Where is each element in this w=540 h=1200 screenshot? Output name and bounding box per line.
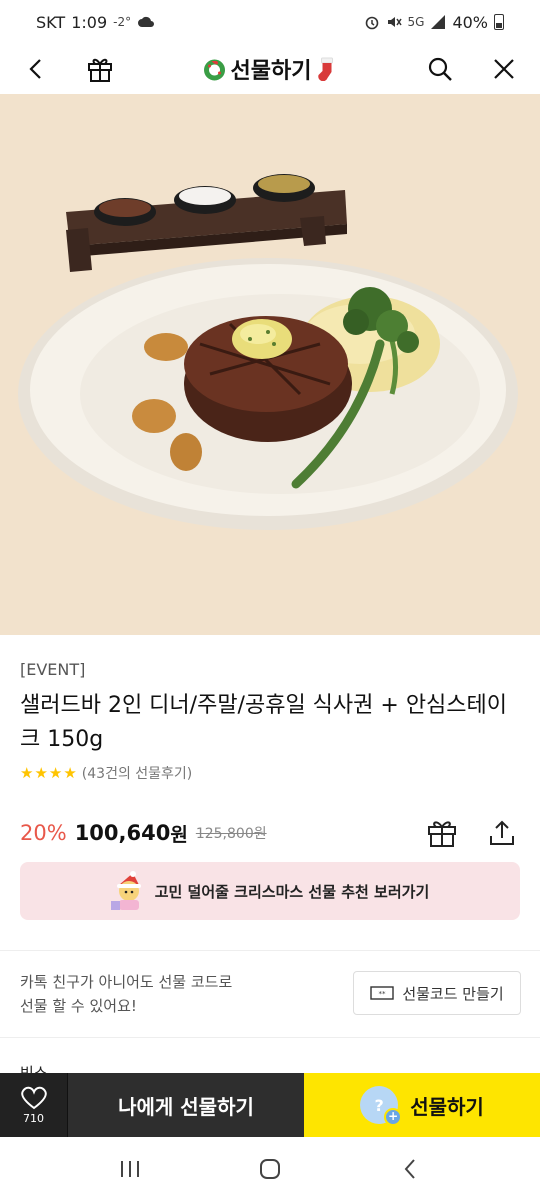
send-gift-button[interactable]: ? + 선물하기 xyxy=(304,1073,540,1137)
friend-select-icon: ? + xyxy=(360,1086,403,1126)
status-right: 5G 40% xyxy=(364,12,504,32)
steak-dinner-illustration xyxy=(18,174,518,530)
app-header: 선물하기 xyxy=(0,44,540,94)
banner-text: 고민 덜어줄 크리스마스 선물 추천 보러가기 xyxy=(154,882,430,901)
page-title: 선물하기 xyxy=(230,59,312,84)
home-button[interactable] xyxy=(240,1149,300,1189)
potato xyxy=(144,333,188,361)
send-gift-label: 선물하기 xyxy=(410,1094,484,1119)
page-title-group: 선물하기 xyxy=(203,53,338,85)
status-bar: SKT 1:09 -2° 5G 40% xyxy=(0,0,540,44)
heart-icon xyxy=(20,1086,47,1109)
gift-box-button[interactable] xyxy=(82,51,118,87)
close-icon xyxy=(494,59,514,79)
carrier-label: SKT xyxy=(36,12,66,32)
gift-code-note: 카톡 친구가 아니어도 선물 코드로 선물 할 수 있어요! xyxy=(20,970,232,1018)
system-back-button[interactable] xyxy=(380,1149,440,1189)
gift-to-me-button[interactable]: 나에게 선물하기 xyxy=(67,1073,304,1137)
wishlist-button[interactable]: 710 xyxy=(0,1073,67,1137)
original-price: 125,800원 xyxy=(195,826,267,842)
create-gift-code-label: 선물코드 만들기 xyxy=(402,984,504,1003)
battery-percent: 40% xyxy=(452,12,488,32)
price-actions xyxy=(424,815,520,851)
gift-box-icon xyxy=(88,58,112,82)
event-tag: [EVENT] xyxy=(20,660,86,679)
gift-code-note-line2: 선물 할 수 있어요! xyxy=(20,997,137,1015)
create-gift-code-button[interactable]: ** 선물코드 만들기 xyxy=(353,971,521,1015)
recent-apps-icon xyxy=(121,1160,139,1177)
share-icon xyxy=(490,820,514,845)
temperature-label: -2° xyxy=(113,15,132,29)
search-button[interactable] xyxy=(422,51,458,87)
recent-apps-button[interactable] xyxy=(100,1149,160,1189)
wreath-icon xyxy=(204,59,226,81)
discount-rate: 20% xyxy=(20,821,67,845)
network-type-label: 5G xyxy=(407,15,425,29)
sale-price: 100,640 xyxy=(74,821,171,845)
section-divider xyxy=(0,1037,540,1038)
mute-icon xyxy=(387,17,402,27)
section-divider xyxy=(0,950,540,951)
santa-character-icon xyxy=(110,871,141,910)
share-button[interactable] xyxy=(484,815,520,851)
signal-icon xyxy=(431,15,446,29)
back-button[interactable] xyxy=(18,51,54,87)
bottom-action-bar: 710 나에게 선물하기 ? + 선물하기 xyxy=(0,1073,540,1137)
gift-code-note-line1: 카톡 친구가 아니어도 선물 코드로 xyxy=(20,973,233,991)
rating-row[interactable]: ★★★★ (43건의 선물후기) xyxy=(20,763,520,783)
steak xyxy=(184,316,352,442)
price-unit: 원 xyxy=(170,823,188,846)
back-icon xyxy=(29,59,41,79)
header-right xyxy=(422,51,522,87)
clock-time: 1:09 xyxy=(71,12,108,32)
product-image xyxy=(0,94,540,635)
product-title: 샐러드바 2인 디너/주말/공휴일 식사권 + 안심스테이크 150g xyxy=(20,693,508,752)
home-icon xyxy=(260,1158,280,1179)
product-info: [EVENT] 샐러드바 2인 디너/주말/공휴일 식사권 + 안심스테이크 1… xyxy=(20,660,520,783)
alarm-icon xyxy=(365,16,378,30)
battery-icon xyxy=(494,14,504,30)
stocking-icon xyxy=(318,57,333,81)
wishlist-count: 710 xyxy=(23,1111,44,1125)
system-nav-bar xyxy=(0,1137,540,1200)
search-icon xyxy=(428,57,452,81)
gift-box-icon xyxy=(428,821,456,847)
sauce-board xyxy=(66,174,347,272)
svg-text:**: ** xyxy=(379,990,387,998)
gift-wrap-button[interactable] xyxy=(424,815,460,851)
star-rating: ★★★★ xyxy=(20,764,78,782)
gift-to-me-label: 나에게 선물하기 xyxy=(118,1094,254,1119)
header-left xyxy=(18,51,118,87)
review-count: (43건의 선물후기) xyxy=(81,766,193,782)
status-left: SKT 1:09 -2° xyxy=(36,13,155,32)
christmas-recommend-banner[interactable]: 고민 덜어줄 크리스마스 선물 추천 보러가기 xyxy=(20,862,520,920)
price-row: 20% 100,640 원 125,800원 xyxy=(20,815,520,851)
cloud-icon xyxy=(138,16,155,27)
close-button[interactable] xyxy=(486,51,522,87)
ticket-icon: ** xyxy=(370,986,395,1000)
back-icon xyxy=(404,1158,415,1179)
